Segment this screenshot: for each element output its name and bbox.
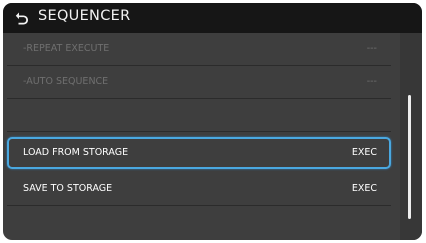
menu-item-repeat-execute: -REPEAT EXECUTE --- bbox=[7, 33, 391, 66]
menu-item-value: --- bbox=[366, 43, 377, 54]
menu-item-load-from-storage[interactable]: LOAD FROM STORAGE EXEC bbox=[7, 137, 391, 169]
exec-button[interactable]: EXEC bbox=[352, 183, 377, 194]
menu-item-value: --- bbox=[366, 76, 377, 87]
back-arrow-icon[interactable] bbox=[15, 10, 29, 25]
header-bar: SEQUENCER bbox=[3, 3, 422, 33]
menu-item-save-to-storage[interactable]: SAVE TO STORAGE EXEC bbox=[7, 173, 391, 206]
sequencer-screen: SEQUENCER -REPEAT EXECUTE --- -AUTO SEQU… bbox=[3, 3, 422, 240]
page-title: SEQUENCER bbox=[38, 8, 131, 24]
menu-item-label: -REPEAT EXECUTE bbox=[23, 43, 110, 54]
menu-item-auto-sequence: -AUTO SEQUENCE --- bbox=[7, 66, 391, 99]
menu-list: -REPEAT EXECUTE --- -AUTO SEQUENCE --- L… bbox=[3, 33, 398, 240]
menu-item-label: SAVE TO STORAGE bbox=[23, 183, 113, 194]
exec-button[interactable]: EXEC bbox=[352, 147, 377, 158]
menu-item-label: LOAD FROM STORAGE bbox=[23, 147, 129, 158]
scrollbar[interactable] bbox=[400, 33, 422, 240]
scrollbar-thumb[interactable] bbox=[408, 95, 411, 219]
menu-item-label: -AUTO SEQUENCE bbox=[23, 76, 109, 87]
menu-item-empty bbox=[7, 99, 391, 132]
